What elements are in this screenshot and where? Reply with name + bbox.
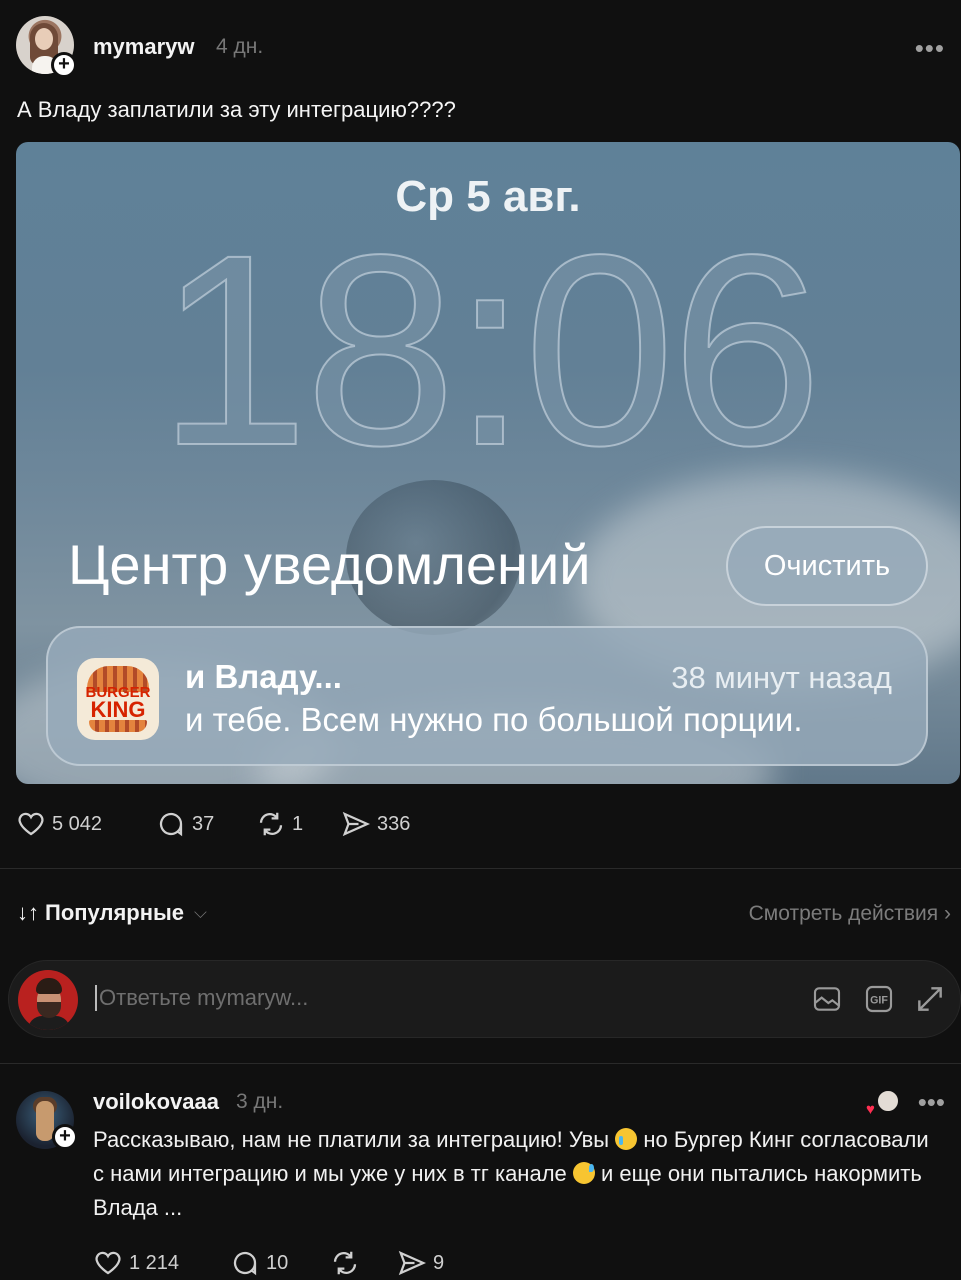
comment-repost-button[interactable] [330,1245,366,1280]
reply-input[interactable]: Ответьте mymaryw... [95,985,308,1011]
comment-share-button[interactable]: 9 [397,1245,444,1280]
sweat-smile-emoji-icon [572,1162,595,1184]
post-header: + mymaryw 4 дн. ••• [16,16,945,78]
sort-dropdown[interactable]: ↓↑ Популярные ⌵ [17,900,207,926]
image-icon[interactable] [811,983,843,1015]
comment-icon [233,1251,257,1276]
current-user-avatar [18,970,78,1030]
notification-card: BURGER KING и Владу... 38 минут назад и т… [46,626,928,766]
more-options-icon[interactable]: ••• [918,1087,945,1118]
lockscreen-clock: 18:06 [157,198,824,502]
like-button[interactable]: 5 042 [16,806,102,842]
comment-actions: 1 214 10 9 [93,1245,593,1280]
repost-icon [333,1251,357,1275]
heart-icon: ♥ [866,1101,875,1118]
view-activity-link[interactable]: Смотреть действия › [749,902,951,926]
post-text: А Владу заплатили за эту интеграцию???? [17,97,456,122]
post-actions: 5 042 37 1 336 [16,806,516,842]
comment-reply-button[interactable]: 10 [230,1245,288,1280]
clear-button: Очистить [726,526,928,606]
post-time: 4 дн. [216,35,264,58]
divider [0,868,961,869]
comment-count: 37 [192,812,215,835]
post-image[interactable]: Ср 5 авг. 18:06 Центр уведомлений Очисти… [16,142,960,784]
notification-body: и тебе. Всем нужно по большой порции. [185,701,803,738]
comment-like-button[interactable]: 1 214 [93,1245,179,1280]
comment-time: 3 дн. [236,1090,284,1113]
crying-cat-emoji-icon [615,1128,638,1150]
divider [0,1063,961,1064]
gif-icon[interactable]: GIF [863,983,895,1015]
share-count: 336 [377,812,411,835]
share-icon [398,1250,427,1276]
more-options-icon[interactable]: ••• [915,33,945,64]
repost-count: 1 [292,812,304,835]
burger-king-logo: BURGER KING [77,658,159,740]
notification-title: и Владу... [185,658,342,695]
like-count: 5 042 [52,812,103,835]
author-liked-badge: ♥ [866,1089,902,1118]
comment-count: 10 [266,1251,289,1274]
notification-center-title: Центр уведомлений [68,533,591,596]
heart-icon [95,1251,121,1275]
heart-icon [18,812,44,836]
notification-time: 38 минут назад [671,660,892,695]
follow-plus-icon[interactable]: + [51,52,77,78]
comment-button[interactable]: 37 [156,806,214,842]
share-button[interactable]: 336 [341,806,410,842]
author-username[interactable]: mymaryw [93,34,195,60]
commenter-username[interactable]: voilokovaaa [93,1089,219,1115]
share-icon [342,811,371,837]
like-count: 1 214 [129,1251,180,1274]
repost-button[interactable]: 1 [256,806,303,842]
svg-text:GIF: GIF [870,995,888,1007]
comment-icon [159,812,183,837]
comment-item: + voilokovaaa 3 дн. ♥ ••• Рассказываю, н… [16,1085,945,1280]
comment-text: Рассказываю, нам не платили за интеграци… [93,1127,929,1220]
expand-icon[interactable] [914,983,946,1015]
share-count: 9 [433,1251,445,1274]
reply-box[interactable]: Ответьте mymaryw... GIF [8,960,961,1038]
chevron-down-icon: ⌵ [194,903,207,922]
repost-icon [259,812,283,836]
follow-plus-icon[interactable]: + [52,1124,78,1150]
sort-icon: ↓↑ [17,900,39,925]
sort-label: Популярные [45,900,185,925]
